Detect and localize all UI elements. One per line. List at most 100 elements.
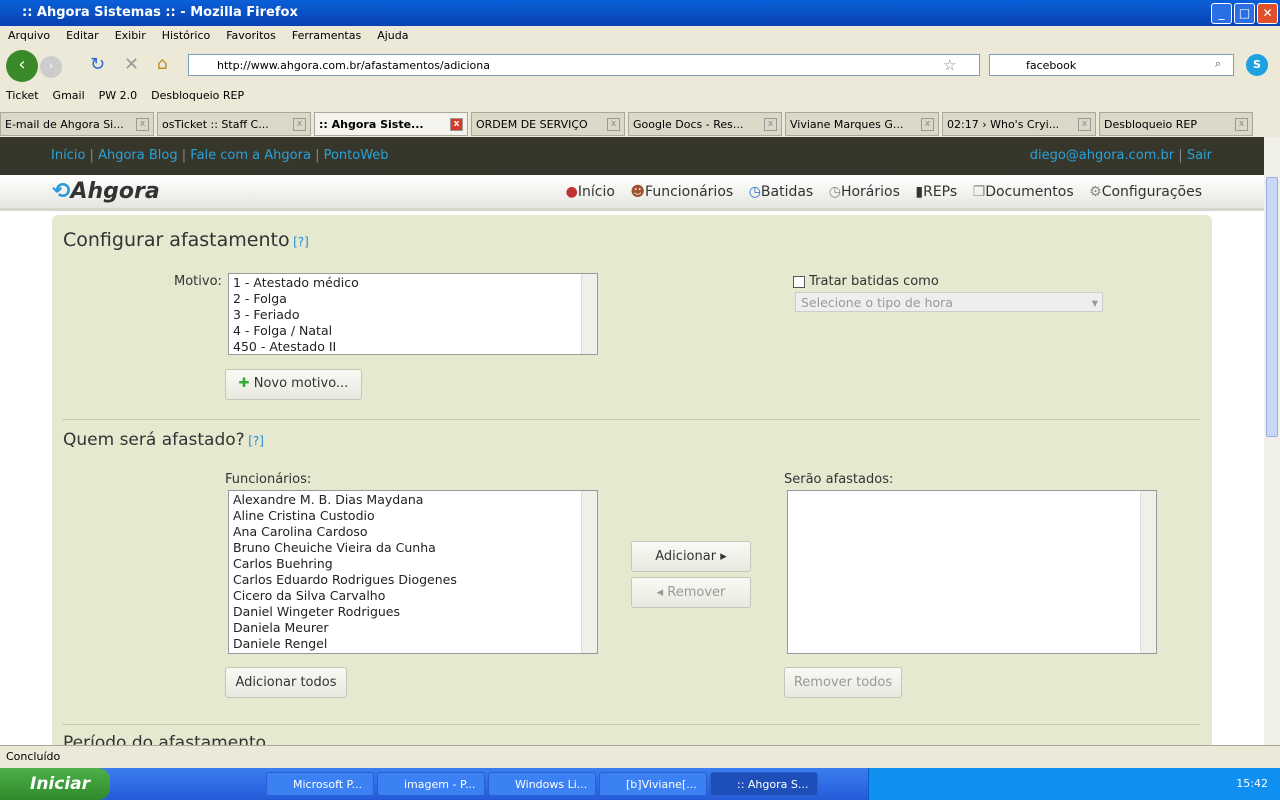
list-item[interactable]: Daniela Meurer xyxy=(233,620,593,636)
logo[interactable]: ⟲Ahgora xyxy=(52,179,160,204)
taskbar-item-active[interactable]: :: Ahgora S... xyxy=(710,772,818,796)
tab-active[interactable]: :: Ahgora Siste... x xyxy=(314,112,468,136)
start-button[interactable]: Iniciar xyxy=(0,768,110,800)
tab-close-icon[interactable]: x xyxy=(607,118,620,131)
tab-label: ORDEM DE SERVIÇO xyxy=(476,118,588,131)
tab[interactable]: osTicket :: Staff C... x xyxy=(157,112,311,136)
tab-close-icon[interactable]: x xyxy=(921,118,934,131)
skype-icon[interactable]: S xyxy=(1246,54,1268,76)
menu-ajuda[interactable]: Ajuda xyxy=(377,29,408,43)
taskbar-item[interactable]: Microsoft P... xyxy=(266,772,374,796)
novo-motivo-button[interactable]: ✚ Novo motivo... xyxy=(225,369,362,400)
taskbar-item[interactable]: Windows Li... xyxy=(488,772,596,796)
back-button[interactable]: ‹ xyxy=(6,50,38,82)
afastados-label: Serão afastados: xyxy=(784,472,894,487)
nav-funcionarios[interactable]: ☻Funcionários xyxy=(630,184,733,200)
help-link[interactable]: [?] xyxy=(248,434,264,448)
funcionarios-list[interactable]: Alexandre M. B. Dias Maydana Aline Cristi… xyxy=(228,490,598,654)
help-link[interactable]: [?] xyxy=(293,235,309,249)
search-icon[interactable]: ⌕ xyxy=(1215,57,1221,71)
list-item[interactable]: Alexandre M. B. Dias Maydana xyxy=(233,492,593,508)
list-item[interactable]: Ana Carolina Cardoso xyxy=(233,524,593,540)
url-bar[interactable]: http://www.ahgora.com.br/afastamentos/ad… xyxy=(188,54,980,76)
menu-arquivo[interactable]: Arquivo xyxy=(8,29,50,43)
link-inicio[interactable]: Início xyxy=(51,148,85,163)
user-email[interactable]: diego@ahgora.com.br xyxy=(1030,148,1174,163)
stop-icon[interactable]: ✕ xyxy=(124,54,139,75)
adicionar-button[interactable]: Adicionar ▸ xyxy=(631,541,751,572)
section-title: Configurar afastamento xyxy=(63,229,290,251)
remover-button[interactable]: ◂ Remover xyxy=(631,577,751,608)
nav-horarios[interactable]: ◷Horários xyxy=(829,184,900,200)
tab-label: 02:17 › Who's Cryi... xyxy=(947,118,1060,131)
menu-exibir[interactable]: Exibir xyxy=(115,29,146,43)
page-scrollbar[interactable] xyxy=(1264,137,1280,745)
forward-button[interactable]: › xyxy=(40,56,62,78)
top-links: Início | Ahgora Blog | Fale com a Ahgora… xyxy=(0,137,1264,175)
tab[interactable]: 02:17 › Who's Cryi... x xyxy=(942,112,1096,136)
scrollbar[interactable] xyxy=(581,491,597,653)
list-item[interactable]: Daniele Rengel xyxy=(233,636,593,652)
link-pontoweb[interactable]: PontoWeb xyxy=(324,148,389,163)
list-item[interactable]: 4 - Folga / Natal xyxy=(233,323,593,339)
link-fale[interactable]: Fale com a Ahgora xyxy=(190,148,311,163)
list-item[interactable]: Daniel Wingeter Rodrigues xyxy=(233,604,593,620)
bookmark-star-icon[interactable]: ☆ xyxy=(943,56,956,74)
nav-batidas[interactable]: ◷Batidas xyxy=(749,184,814,200)
tratar-checkbox[interactable]: Tratar batidas como xyxy=(793,274,939,289)
bookmark-gmail[interactable]: Gmail xyxy=(53,89,85,105)
list-item[interactable]: 2 - Folga xyxy=(233,291,593,307)
close-button[interactable]: ✕ xyxy=(1257,3,1278,24)
taskbar-item[interactable]: imagem - P... xyxy=(377,772,485,796)
tab-close-icon[interactable]: x xyxy=(1078,118,1091,131)
tab-close-icon[interactable]: x xyxy=(293,118,306,131)
section-title: Período do afastamento xyxy=(63,733,267,745)
tab[interactable]: Desbloqueio REP x xyxy=(1099,112,1253,136)
adicionar-todos-button[interactable]: Adicionar todos xyxy=(225,667,347,698)
list-item[interactable]: 450 - Atestado II xyxy=(233,339,593,354)
status-bar: Concluído xyxy=(0,745,1280,767)
tab-label: Desbloqueio REP xyxy=(1104,118,1197,131)
bookmark-ticket[interactable]: Ticket xyxy=(6,89,39,105)
reload-icon[interactable]: ↻ xyxy=(90,54,105,75)
motivo-list[interactable]: 1 - Atestado médico 2 - Folga 3 - Feriad… xyxy=(228,273,598,355)
menu-editar[interactable]: Editar xyxy=(66,29,99,43)
tab-close-icon[interactable]: x xyxy=(1235,118,1248,131)
tab[interactable]: E-mail de Ahgora Si... x xyxy=(0,112,154,136)
tab-close-icon[interactable]: x xyxy=(450,118,463,131)
nav-inicio[interactable]: ●Início xyxy=(566,184,615,200)
search-input[interactable]: facebook xyxy=(989,54,1234,76)
nav-reps[interactable]: ▮REPs xyxy=(915,184,957,200)
link-blog[interactable]: Ahgora Blog xyxy=(98,148,178,163)
minimize-button[interactable]: _ xyxy=(1211,3,1232,24)
main-nav: ⟲Ahgora ●Início ☻Funcionários ◷Batidas ◷… xyxy=(0,175,1264,211)
menu-ferramentas[interactable]: Ferramentas xyxy=(292,29,361,43)
scrollbar[interactable] xyxy=(581,274,597,354)
menu-historico[interactable]: Histórico xyxy=(162,29,210,43)
tab-close-icon[interactable]: x xyxy=(136,118,149,131)
list-item[interactable]: Carlos Eduardo Rodrigues Diogenes xyxy=(233,572,593,588)
afastados-list[interactable] xyxy=(787,490,1157,654)
remover-todos-button[interactable]: Remover todos xyxy=(784,667,902,698)
nav-documentos[interactable]: ❐Documentos xyxy=(973,184,1074,200)
nav-configuracoes[interactable]: ⚙Configurações xyxy=(1089,184,1202,200)
list-item[interactable]: Aline Cristina Custodio xyxy=(233,508,593,524)
scrollbar[interactable] xyxy=(1140,491,1156,653)
taskbar-item[interactable]: [b]Viviane[... xyxy=(599,772,707,796)
menu-favoritos[interactable]: Favoritos xyxy=(226,29,276,43)
bookmark-pw[interactable]: PW 2.0 xyxy=(99,89,138,105)
maximize-button[interactable]: □ xyxy=(1234,3,1255,24)
tipo-hora-select[interactable]: Selecione o tipo de hora ▾ xyxy=(795,292,1103,312)
home-icon[interactable]: ⌂ xyxy=(157,54,168,74)
logout-link[interactable]: Sair xyxy=(1187,148,1212,163)
tab[interactable]: Viviane Marques G... x xyxy=(785,112,939,136)
list-item[interactable]: Cicero da Silva Carvalho xyxy=(233,588,593,604)
bookmark-desbloqueio[interactable]: Desbloqueio REP xyxy=(151,89,244,105)
list-item[interactable]: Carlos Buehring xyxy=(233,556,593,572)
list-item[interactable]: 3 - Feriado xyxy=(233,307,593,323)
tab-close-icon[interactable]: x xyxy=(764,118,777,131)
list-item[interactable]: Bruno Cheuiche Vieira da Cunha xyxy=(233,540,593,556)
tab[interactable]: ORDEM DE SERVIÇO x xyxy=(471,112,625,136)
list-item[interactable]: 1 - Atestado médico xyxy=(233,275,593,291)
tab[interactable]: Google Docs - Res... x xyxy=(628,112,782,136)
